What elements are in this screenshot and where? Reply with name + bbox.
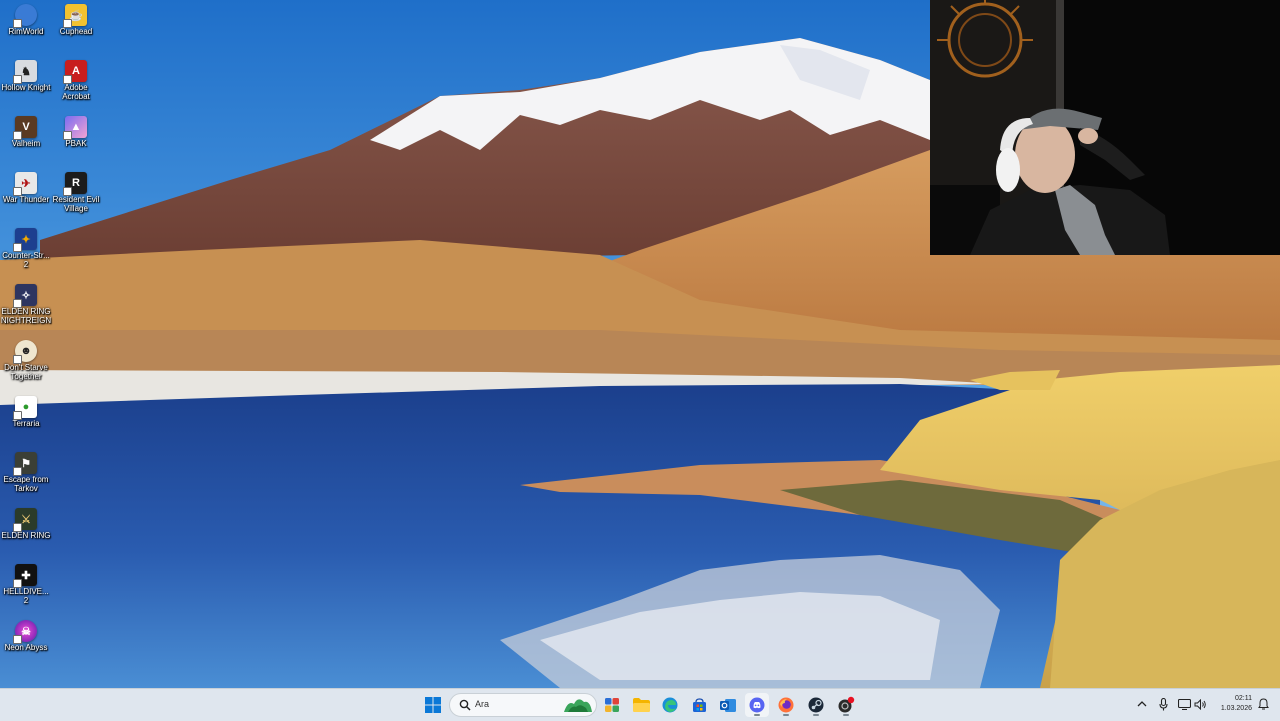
start-icon xyxy=(425,697,441,713)
war-thunder-icon: ✈ xyxy=(13,172,37,196)
desktop-icon-pbak[interactable]: ▲ PBAK xyxy=(50,112,102,148)
desktop-icon-grid: RimWorld ☕ Cuphead ♞ Hollow Knight A Ado… xyxy=(0,0,110,688)
tray-volume[interactable] xyxy=(1193,697,1207,711)
elden-ring-nightreign-icon: ✧ xyxy=(13,284,37,308)
taskbar-discord[interactable] xyxy=(745,693,769,717)
taskbar-edge[interactable] xyxy=(658,693,682,717)
taskbar-app-with-badge[interactable] xyxy=(834,693,858,717)
resident-evil-village-icon: R xyxy=(63,172,87,196)
escape-from-tarkov-icon: ⚑ xyxy=(13,452,37,476)
edge-icon xyxy=(662,697,678,713)
desktop-icon-helldivers[interactable]: ✚ HELLDIVE... 2 xyxy=(0,560,52,605)
counter-strike-icon: ✦ xyxy=(13,228,37,252)
pbak-icon: ▲ xyxy=(63,116,87,140)
discord-icon xyxy=(749,697,765,713)
desktop-icon-elden-ring[interactable]: ⚔ ELDEN RING xyxy=(0,504,52,540)
outlook-icon xyxy=(720,698,736,712)
chevron-up-icon xyxy=(1137,701,1147,707)
widgets-icon xyxy=(605,698,619,712)
desktop-icon-label: Resident Evil Village xyxy=(52,195,100,213)
desktop-icon-terraria[interactable]: ● Terraria xyxy=(0,392,52,428)
tray-network[interactable] xyxy=(1177,697,1191,711)
desktop-icon-elden-ring-nightreign[interactable]: ✧ ELDEN RING NIGHTREIGN xyxy=(0,280,52,325)
clock-date: 1.03.2026 xyxy=(1220,705,1252,712)
desktop-icon-label: War Thunder xyxy=(2,195,50,204)
microphone-icon xyxy=(1158,697,1168,710)
cuphead-icon: ☕ xyxy=(63,4,87,28)
microsoft-store-icon xyxy=(692,697,706,712)
desktop-icon-escape-from-tarkov[interactable]: ⚑ Escape from Tarkov xyxy=(0,448,52,493)
search-placeholder: Ara xyxy=(475,699,490,709)
terraria-icon: ● xyxy=(13,396,37,420)
desktop-icon-counter-strike[interactable]: ✦ Counter-Str... 2 xyxy=(0,224,52,269)
running-indicator xyxy=(783,714,789,716)
desktop-icon-resident-evil-village[interactable]: R Resident Evil Village xyxy=(50,168,102,213)
desktop-icon-hollow-knight[interactable]: ♞ Hollow Knight xyxy=(0,56,52,92)
taskbar-file-explorer[interactable] xyxy=(629,693,653,717)
desktop-icon-neon-abyss[interactable]: ☠ Neon Abyss xyxy=(0,616,52,652)
adobe-acrobat-icon: A xyxy=(63,60,87,84)
desktop-icon-label: Cuphead xyxy=(59,27,93,36)
taskbar: Ara 02:11 1.03.2026 xyxy=(0,688,1280,721)
hollow-knight-icon: ♞ xyxy=(13,60,37,84)
desktop-icon-label: PBAK xyxy=(65,139,87,148)
firefox-icon xyxy=(778,697,794,713)
taskbar-widgets-button[interactable] xyxy=(600,693,624,717)
desktop-icon-label: Escape from Tarkov xyxy=(3,475,49,493)
desktop-icon-rimworld[interactable]: RimWorld xyxy=(0,0,52,36)
taskbar-outlook[interactable] xyxy=(716,693,740,717)
running-indicator xyxy=(813,714,819,716)
search-icon xyxy=(459,699,471,711)
desktop-icon-label: ELDEN RING xyxy=(1,531,51,540)
taskbar-clock[interactable]: 02:11 1.03.2026 xyxy=(1212,694,1252,714)
app-with-badge-icon xyxy=(838,696,855,713)
file-explorer-icon xyxy=(632,698,650,712)
volume-icon xyxy=(1194,698,1206,710)
desktop-icon-war-thunder[interactable]: ✈ War Thunder xyxy=(0,168,52,204)
desktop-icon-label: Neon Abyss xyxy=(4,643,48,652)
dont-starve-together-icon: ☻ xyxy=(13,340,37,364)
taskbar-microsoft-store[interactable] xyxy=(687,693,711,717)
rimworld-icon xyxy=(13,4,37,28)
desktop-icon-label: Terraria xyxy=(12,419,40,428)
taskbar-firefox[interactable] xyxy=(774,693,798,717)
valheim-icon: V xyxy=(13,116,37,140)
desktop-icon-label: Counter-Str... 2 xyxy=(2,251,50,269)
start-button[interactable] xyxy=(421,693,445,717)
running-indicator xyxy=(843,714,849,716)
desktop-icon-valheim[interactable]: V Valheim xyxy=(0,112,52,148)
desktop-icon-dont-starve-together[interactable]: ☻ Don't Starve Together xyxy=(0,336,52,381)
desktop-icon-label: Adobe Acrobat xyxy=(62,83,90,101)
desktop-icon-adobe-acrobat[interactable]: A Adobe Acrobat xyxy=(50,56,102,101)
webcam-feed xyxy=(930,0,1280,255)
neon-abyss-icon: ☠ xyxy=(13,620,37,644)
taskbar-steam[interactable] xyxy=(804,693,828,717)
tray-overflow-button[interactable] xyxy=(1135,697,1149,711)
helldivers-icon: ✚ xyxy=(13,564,37,588)
desktop-icon-label: Don't Starve Together xyxy=(4,363,48,381)
desktop-icon-cuphead[interactable]: ☕ Cuphead xyxy=(50,0,102,36)
network-icon xyxy=(1177,698,1191,710)
webcam-overlay xyxy=(930,0,1280,255)
taskbar-search-box[interactable]: Ara xyxy=(449,693,597,717)
notification-icon xyxy=(1257,698,1269,710)
search-highlight-icon[interactable] xyxy=(562,696,594,714)
elden-ring-icon: ⚔ xyxy=(13,508,37,532)
desktop-icon-label: Hollow Knight xyxy=(1,83,51,92)
desktop-icon-label: RimWorld xyxy=(8,27,44,36)
desktop-icon-label: ELDEN RING NIGHTREIGN xyxy=(0,307,52,325)
steam-icon xyxy=(808,697,824,713)
clock-time: 02:11 xyxy=(1235,695,1252,702)
desktop-icon-label: HELLDIVE... 2 xyxy=(3,587,49,605)
tray-notifications[interactable] xyxy=(1256,697,1270,711)
desktop-icon-label: Valheim xyxy=(11,139,41,148)
running-indicator xyxy=(754,714,760,716)
tray-microphone[interactable] xyxy=(1156,697,1170,711)
